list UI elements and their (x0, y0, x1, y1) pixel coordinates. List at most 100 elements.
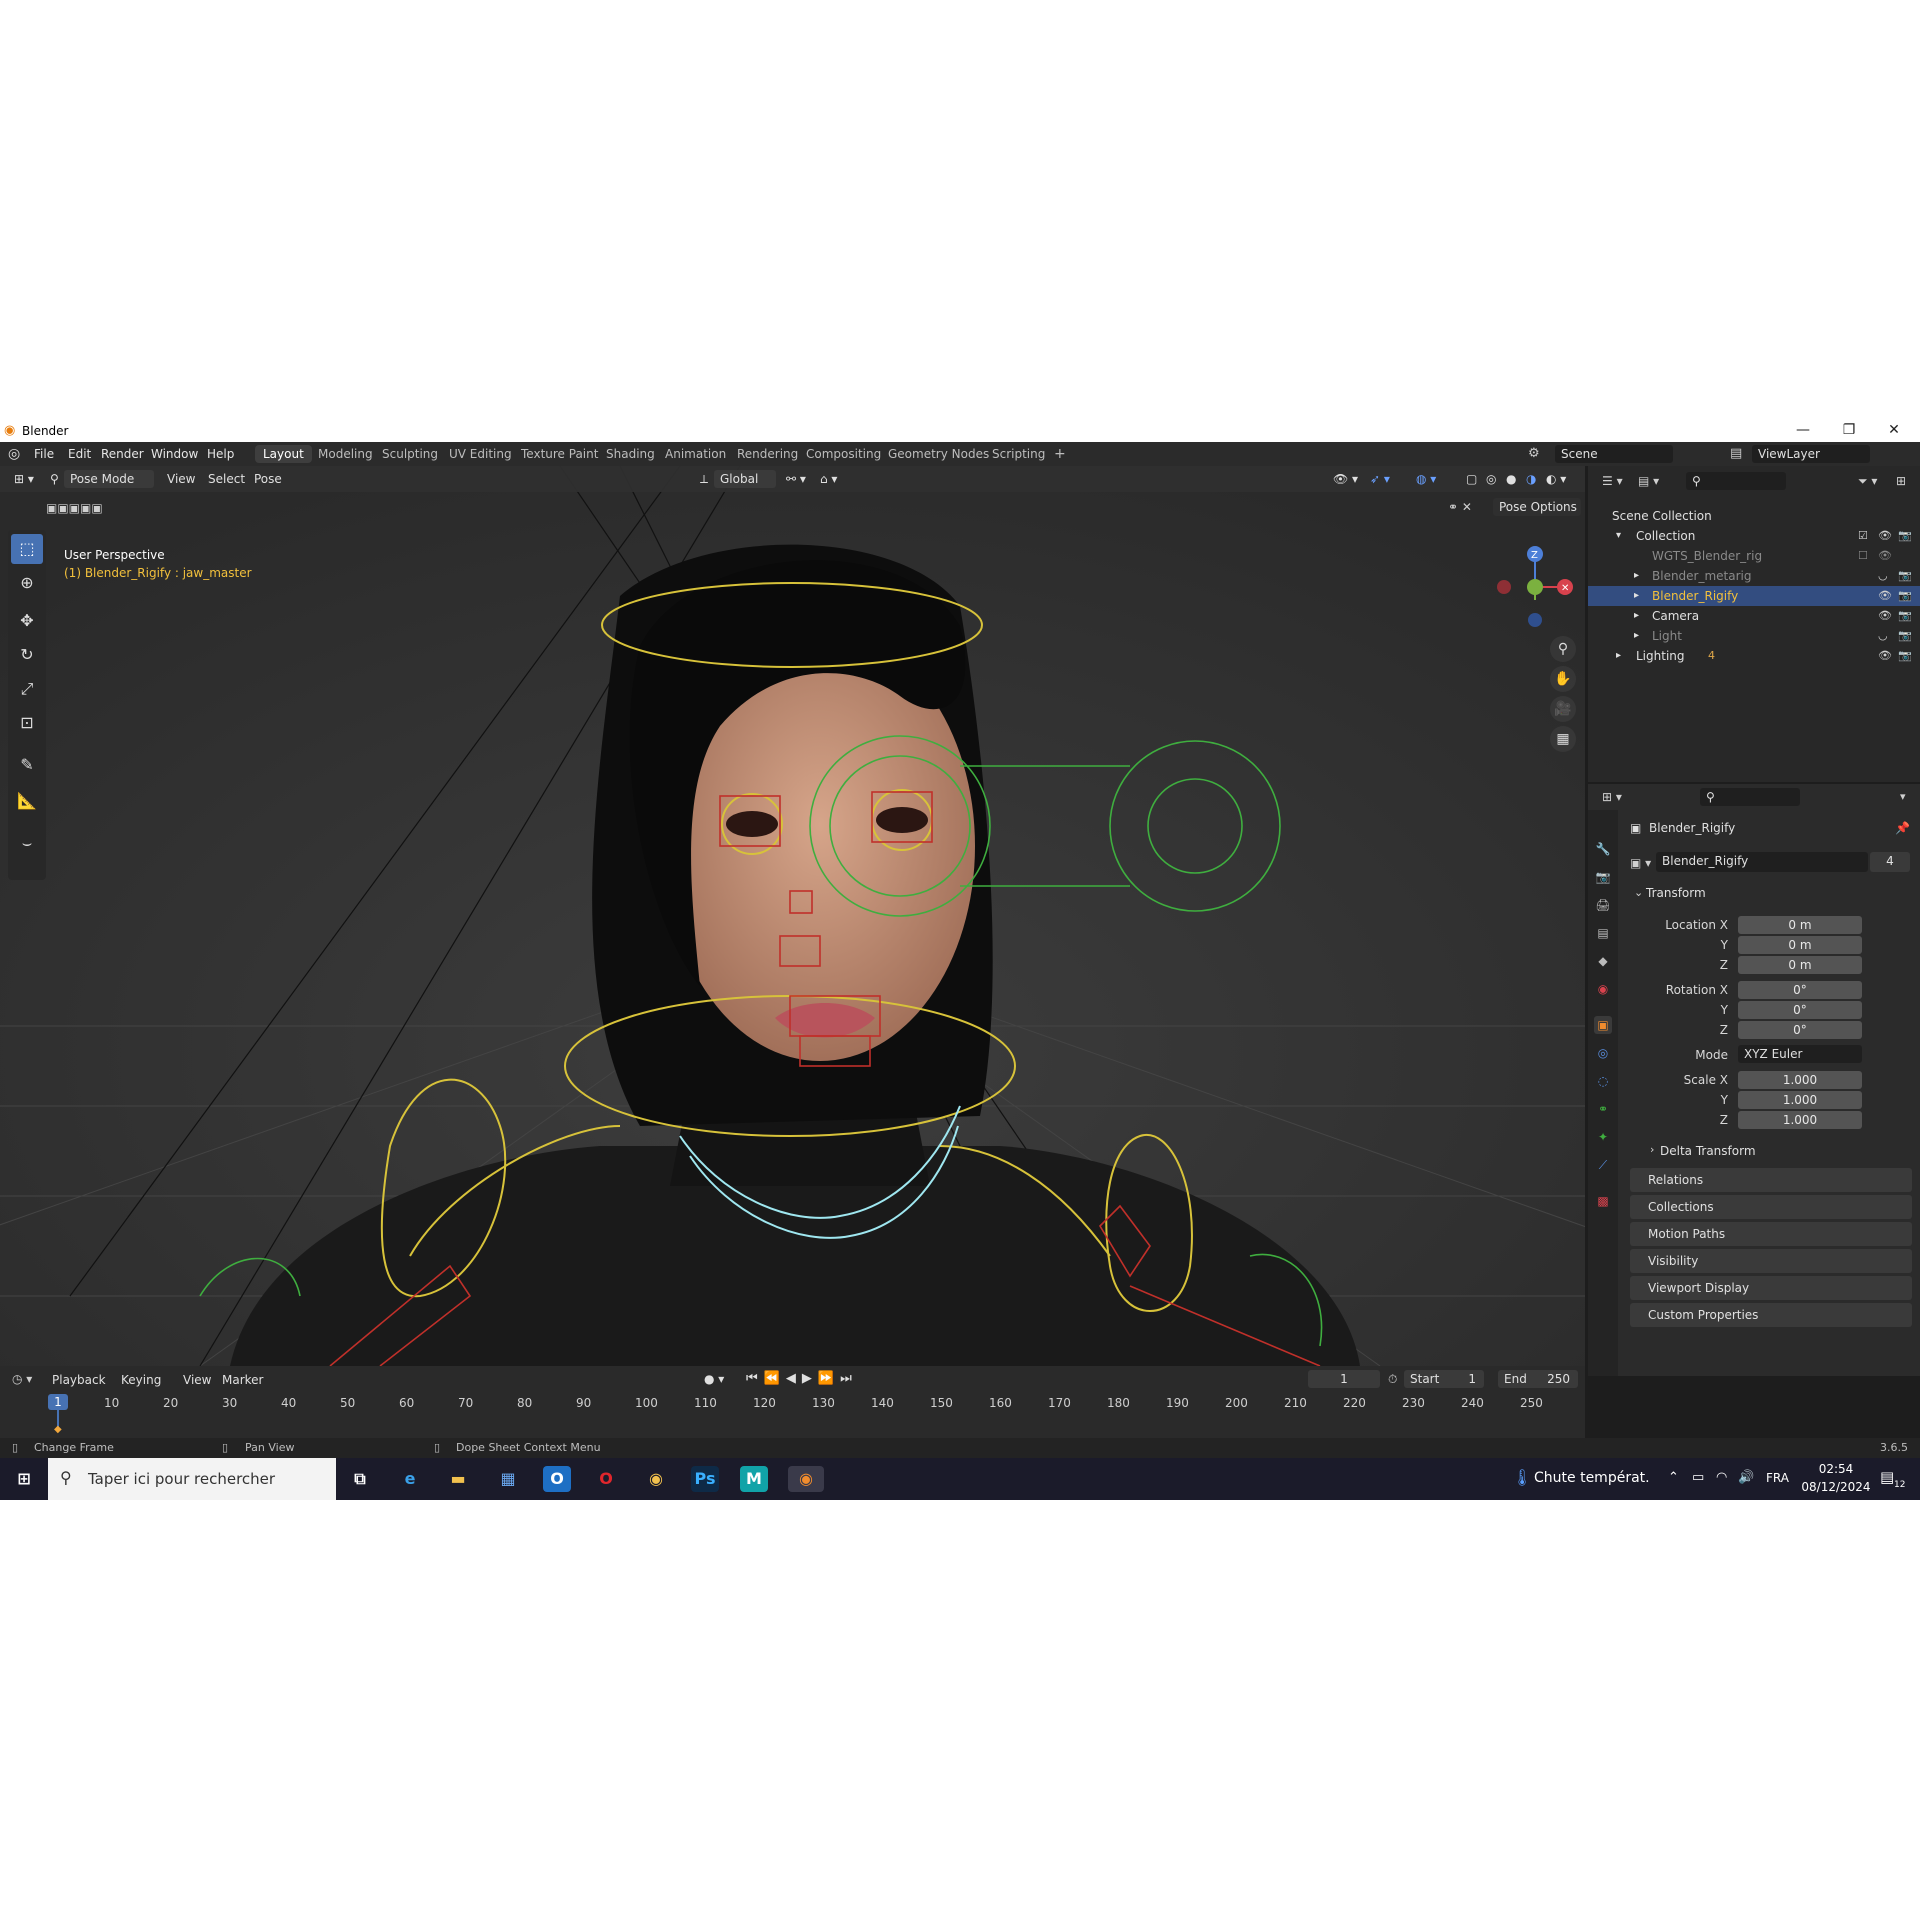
move-tool-icon[interactable]: ✥ (11, 606, 43, 636)
object-data-icon[interactable]: ▣ ▾ (1630, 856, 1651, 870)
language-indicator[interactable]: FRA (1766, 1471, 1789, 1485)
outliner-row-metarig[interactable]: ▸ Blender_metarig ◡ 📷 (1588, 566, 1920, 586)
maximize-button[interactable]: ❐ (1829, 422, 1869, 438)
camera-view-icon[interactable]: 🎥 (1550, 696, 1576, 722)
tab-sculpting[interactable]: Sculpting (374, 445, 446, 463)
rotate-tool-icon[interactable]: ↻ (11, 640, 43, 670)
blender-menu-icon[interactable]: ◎ (8, 446, 20, 462)
eye-icon[interactable]: 👁 (1878, 606, 1892, 626)
object-name-field[interactable]: Blender_Rigify (1656, 852, 1868, 872)
cursor-tool-icon[interactable]: ⊕ (11, 568, 43, 598)
task-view-icon[interactable]: ⧉ (346, 1466, 374, 1492)
outliner-row-camera[interactable]: ▸ Camera 👁 📷 (1588, 606, 1920, 626)
battery-icon[interactable]: ▭ (1692, 1470, 1704, 1485)
relations-panel[interactable]: Relations (1630, 1168, 1912, 1192)
location-y-field[interactable]: 0 m (1738, 936, 1862, 954)
outliner-row-rigify[interactable]: ▸ Blender_Rigify 👁 📷 (1588, 586, 1920, 606)
menu-file[interactable]: File (34, 447, 54, 461)
transform-panel-title[interactable]: Transform (1646, 886, 1706, 900)
outliner-row-wgts[interactable]: WGTS_Blender_rig ☐ 👁 (1588, 546, 1920, 566)
rotation-x-field[interactable]: 0° (1738, 981, 1862, 999)
eye-closed-icon[interactable]: ◡ (1878, 566, 1888, 586)
editor-type-icon[interactable]: ⊞ ▾ (14, 472, 34, 486)
tab-rendering[interactable]: Rendering (729, 445, 806, 463)
store-icon[interactable]: ▦ (494, 1466, 522, 1492)
filter-icon[interactable]: ⏷ ▾ (1858, 474, 1877, 489)
select-mode-icons[interactable]: ▣▣▣▣▣ (46, 501, 103, 515)
viewport-display-panel[interactable]: Viewport Display (1630, 1276, 1912, 1300)
custom-properties-panel[interactable]: Custom Properties (1630, 1303, 1912, 1327)
timeline-editor-icon[interactable]: ◷ ▾ (12, 1372, 32, 1386)
delta-transform-subpanel[interactable]: Delta Transform (1660, 1144, 1756, 1158)
expand-arrow-icon[interactable]: ▾ (1616, 526, 1621, 546)
menu-playback[interactable]: Playback (52, 1373, 106, 1387)
menu-marker[interactable]: Marker (222, 1373, 263, 1387)
menu-window[interactable]: Window (151, 447, 198, 461)
menu-render[interactable]: Render (101, 447, 144, 461)
snap-icon[interactable]: ⌂ ▾ (820, 472, 837, 486)
current-frame-field[interactable]: 1 (1308, 1370, 1380, 1388)
gizmo-neg-z-axis[interactable] (1528, 613, 1542, 627)
timer-icon[interactable]: ⏱ (1388, 1372, 1397, 1387)
tab-animation[interactable]: Animation (657, 445, 734, 463)
eye-icon[interactable]: 👁 (1878, 546, 1892, 566)
menu-edit[interactable]: Edit (68, 447, 91, 461)
tab-shading[interactable]: Shading (598, 445, 663, 463)
outliner-search-input[interactable]: ⚲ (1686, 472, 1786, 490)
properties-search-input[interactable]: ⚲ (1700, 788, 1800, 806)
new-collection-icon[interactable]: ⊞ (1896, 474, 1906, 488)
tab-compositing[interactable]: Compositing (798, 445, 889, 463)
gizmo-toggle-icon[interactable]: ➶ ▾ (1370, 472, 1390, 486)
opera-icon[interactable]: O (592, 1466, 620, 1492)
minimize-button[interactable]: — (1783, 422, 1823, 438)
visibility-icon[interactable]: 👁 ▾ (1333, 472, 1358, 486)
navigation-gizmo[interactable]: Z ✕ (1490, 542, 1580, 632)
menu-select[interactable]: Select (208, 472, 245, 486)
rotation-z-field[interactable]: 0° (1738, 1021, 1862, 1039)
motion-paths-panel[interactable]: Motion Paths (1630, 1222, 1912, 1246)
camera-render-icon[interactable]: 📷 (1898, 646, 1912, 666)
rendered-shading-icon[interactable]: ◐ ▾ (1546, 472, 1566, 486)
tab-uv-editing[interactable]: UV Editing (441, 445, 520, 463)
select-box-tool-icon[interactable]: ⬚ (11, 534, 43, 564)
collections-panel[interactable]: Collections (1630, 1195, 1912, 1219)
outliner-editor-icon[interactable]: ☰ ▾ (1602, 474, 1623, 488)
view-layer-selector[interactable]: ViewLayer (1752, 445, 1870, 463)
bone-tool-icon[interactable]: ⌣ (11, 828, 43, 858)
armature-data-tab-icon[interactable]: ✦ (1594, 1128, 1612, 1146)
location-z-field[interactable]: 0 m (1738, 956, 1862, 974)
tab-layout[interactable]: Layout (255, 445, 312, 463)
pan-hand-icon[interactable]: ✋ (1550, 666, 1576, 692)
expand-arrow-icon[interactable]: ▸ (1634, 626, 1639, 646)
chevron-right-icon[interactable]: › (1650, 1143, 1654, 1156)
transform-orientation-selector[interactable]: Global (714, 470, 776, 488)
3d-viewport[interactable]: User Perspective (1) Blender_Rigify : ja… (0, 466, 1585, 1366)
xray-icon[interactable]: ▢ (1466, 472, 1477, 486)
measure-tool-icon[interactable]: 📐 (11, 786, 43, 816)
menu-pose[interactable]: Pose (254, 472, 282, 486)
checkbox-icon[interactable]: ☑ (1858, 526, 1868, 546)
expand-arrow-icon[interactable]: ▸ (1634, 606, 1639, 626)
annotate-tool-icon[interactable]: ✎ (11, 750, 43, 780)
weather-icon[interactable]: 🌡 (1512, 1468, 1532, 1487)
volume-icon[interactable]: 🔊 (1738, 1470, 1754, 1485)
wifi-icon[interactable]: ◠ (1716, 1470, 1727, 1485)
checkbox-icon[interactable]: ☐ (1858, 546, 1868, 566)
maya-icon[interactable]: M (740, 1466, 768, 1492)
zoom-icon[interactable]: ⚲ (1550, 636, 1576, 662)
photoshop-icon[interactable]: Ps (691, 1466, 719, 1492)
edge-icon[interactable]: e (396, 1466, 424, 1492)
camera-render-icon[interactable]: 📷 (1898, 606, 1912, 626)
tool-tab-icon[interactable]: 🔧 (1594, 840, 1612, 858)
expand-arrow-icon[interactable]: ▸ (1634, 586, 1639, 606)
menu-view[interactable]: View (183, 1373, 211, 1387)
pivot-icon[interactable]: ⚯ ▾ (786, 472, 806, 486)
gizmo-neg-x-axis[interactable] (1497, 580, 1511, 594)
tab-texture-paint[interactable]: Texture Paint (513, 445, 606, 463)
menu-view[interactable]: View (167, 472, 195, 486)
clock-time[interactable]: 02:54 (1812, 1462, 1860, 1476)
location-x-field[interactable]: 0 m (1738, 916, 1862, 934)
notification-icon[interactable]: ▤ (1880, 1468, 1894, 1486)
display-mode-icon[interactable]: ▤ ▾ (1638, 474, 1659, 488)
outlook-icon[interactable]: O (543, 1466, 571, 1492)
